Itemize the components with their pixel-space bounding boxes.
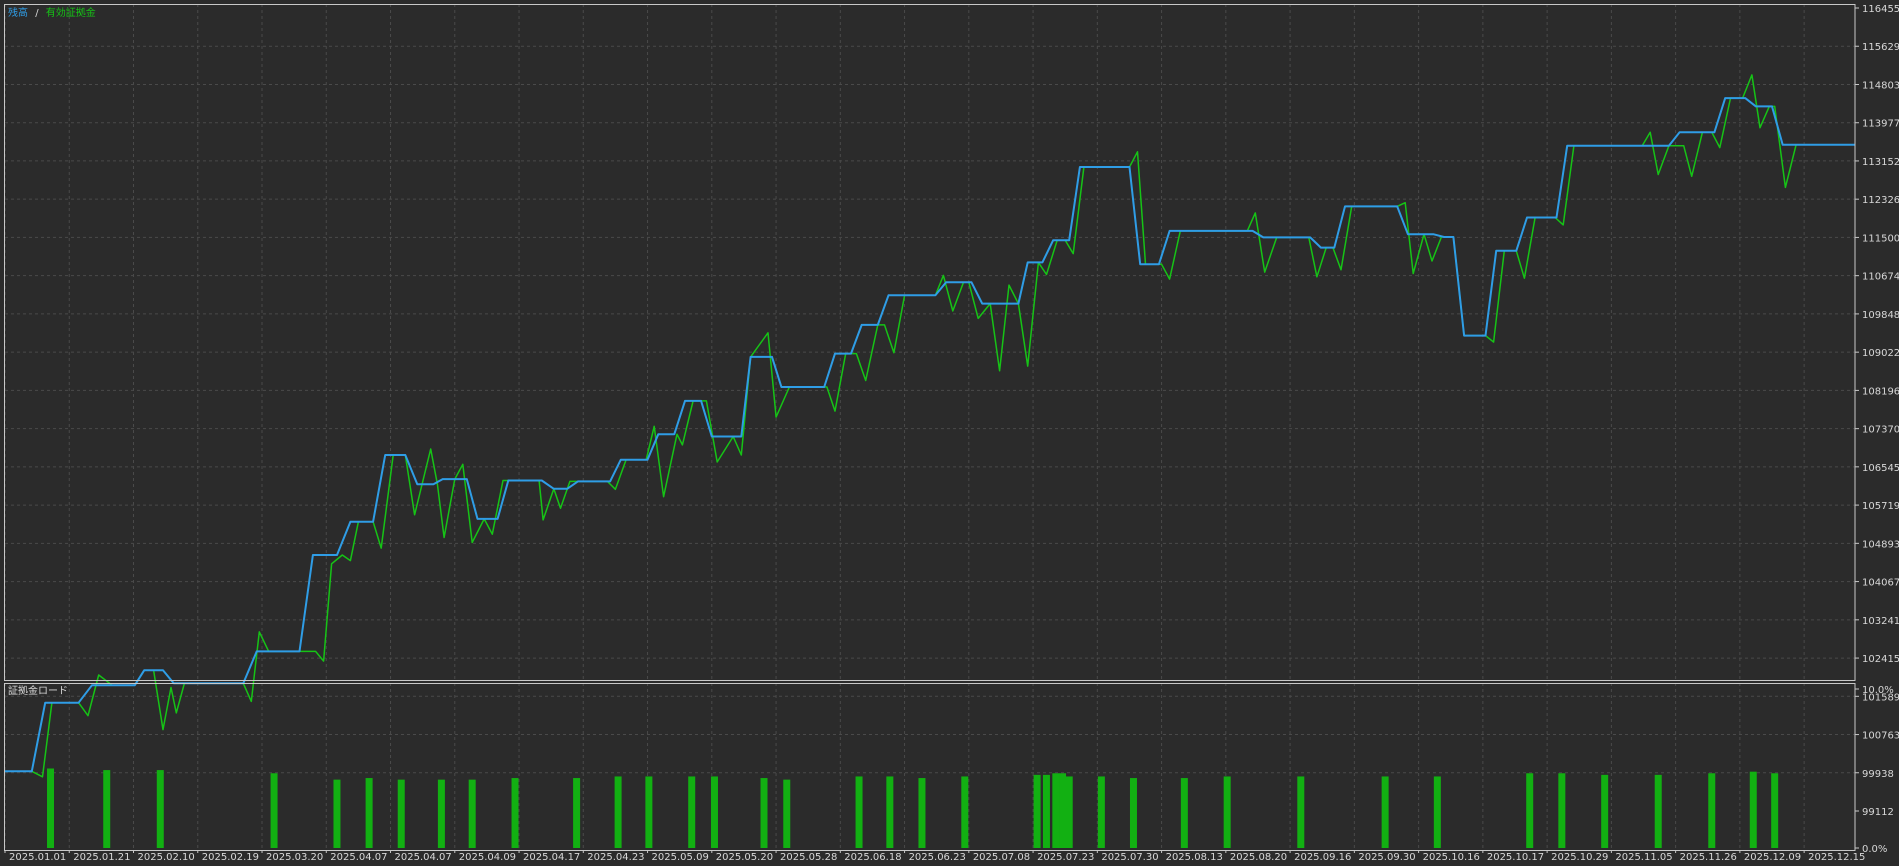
- load-bar: [573, 778, 581, 848]
- x-tick-label: 2025.05.09: [652, 852, 709, 863]
- x-tick-label: 2025.03.20: [266, 852, 323, 863]
- load-bar: [961, 776, 969, 848]
- chart-area: 116455 115629 114803 113977 113152 112326 1115…: [0, 0, 1899, 866]
- load-bar: [1097, 776, 1105, 848]
- x-tick-label: 2025.06.18: [844, 852, 901, 863]
- load-bar: [886, 776, 894, 848]
- load-bar: [47, 768, 55, 848]
- x-tick-label: 2025.09.30: [1358, 852, 1415, 863]
- y-tick-label: 0.0%: [1862, 844, 1887, 855]
- load-bar: [710, 776, 718, 848]
- x-tick-label: 2025.02.10: [138, 852, 195, 863]
- load-bar: [1526, 773, 1534, 848]
- y-tick-label: 99938: [1862, 769, 1894, 780]
- load-bar: [1381, 776, 1389, 848]
- load-bar: [918, 778, 926, 848]
- load-bar: [1601, 774, 1609, 848]
- x-tick-label: 2025.04.23: [587, 852, 644, 863]
- y-tick-label: 10.0%: [1862, 685, 1894, 696]
- y-tick-label: 116455: [1862, 4, 1899, 15]
- x-tick-label: 2025.10.16: [1423, 852, 1480, 863]
- x-tick-label: 2025.07.08: [973, 852, 1030, 863]
- x-tick-label: 2025.08.13: [1166, 852, 1223, 863]
- x-tick-label: 2025.04.09: [459, 852, 516, 863]
- legend-entry-balance: 残高: [8, 6, 28, 19]
- load-bar: [1297, 776, 1305, 848]
- load-bar: [1033, 774, 1041, 848]
- x-tick-label: 2025.09.16: [1294, 852, 1351, 863]
- load-bar: [1042, 774, 1050, 848]
- x-tick-label: 2025.02.19: [202, 852, 259, 863]
- y-tick-label: 112326: [1862, 195, 1899, 206]
- load-bar: [783, 779, 791, 848]
- y-tick-label: 110674: [1862, 272, 1899, 283]
- y-tick-label: 104893: [1862, 539, 1899, 550]
- x-tick-label: 2025.11.05: [1615, 852, 1672, 863]
- x-tick-label: 2025.04.07: [395, 852, 452, 863]
- x-tick-label: 2025.05.28: [780, 852, 837, 863]
- y-tick-label: 109022: [1862, 348, 1899, 359]
- load-bar: [1180, 778, 1188, 848]
- x-tick-label: 2025.04.17: [523, 852, 580, 863]
- load-bar: [511, 778, 519, 848]
- y-tick-label: 100763: [1862, 731, 1899, 742]
- y-tick-label: 113977: [1862, 119, 1899, 130]
- load-bar: [397, 779, 405, 848]
- load-bar: [645, 776, 653, 848]
- x-tick-label: 2025.12.09: [1744, 852, 1801, 863]
- y-tick-label: 111500: [1862, 233, 1899, 244]
- legend: 残高 / 有効証拠金: [8, 6, 96, 19]
- x-tick-label: 2025.01.21: [73, 852, 130, 863]
- load-bar: [614, 776, 622, 848]
- load-bar: [270, 773, 278, 848]
- x-tick-label: 2025.11.26: [1680, 852, 1737, 863]
- load-bar: [468, 779, 476, 848]
- load-bar: [1708, 773, 1716, 848]
- load-bar: [365, 778, 373, 848]
- y-tick-label: 113152: [1862, 157, 1899, 168]
- y-tick-label: 99112: [1862, 807, 1894, 818]
- load-bar: [1771, 773, 1779, 848]
- load-bar: [1052, 773, 1060, 848]
- x-tick-label: 2025.08.20: [1230, 852, 1287, 863]
- subchart-title: 証拠金ロード: [8, 684, 68, 697]
- x-tick-label: 2025.04.07: [330, 852, 387, 863]
- y-tick-label: 114803: [1862, 80, 1899, 91]
- load-bar: [1654, 774, 1662, 848]
- chart-background: [0, 0, 1899, 866]
- load-bar: [1065, 776, 1073, 848]
- load-bar: [1223, 776, 1231, 848]
- load-bar: [1749, 771, 1757, 848]
- load-bar: [1558, 773, 1566, 848]
- y-tick-label: 104067: [1862, 578, 1899, 589]
- load-bar: [333, 779, 341, 848]
- y-tick-label: 105719: [1862, 501, 1899, 512]
- load-bar: [437, 779, 445, 848]
- x-tick-label: 2025.10.29: [1551, 852, 1608, 863]
- x-tick-label: 2025.07.23: [1037, 852, 1094, 863]
- x-tick-label: 2025.05.20: [716, 852, 773, 863]
- load-bar: [1433, 776, 1441, 848]
- x-tick-label: 2025.06.23: [909, 852, 966, 863]
- load-bar: [1059, 773, 1067, 848]
- y-tick-label: 108196: [1862, 386, 1899, 397]
- y-tick-label: 109848: [1862, 310, 1899, 321]
- y-tick-label: 103241: [1862, 616, 1899, 627]
- load-bar: [760, 778, 768, 848]
- load-bar: [1129, 778, 1137, 848]
- y-tick-label: 115629: [1862, 42, 1899, 53]
- y-tick-label: 107370: [1862, 425, 1899, 436]
- x-tick-label: 2025.07.30: [1101, 852, 1158, 863]
- legend-separator: /: [35, 8, 39, 19]
- x-tick-label: 2025.10.17: [1487, 852, 1544, 863]
- load-bar: [156, 770, 164, 848]
- legend-entry-equity: 有効証拠金: [46, 6, 96, 19]
- x-tick-label: 2025.01.01: [9, 852, 66, 863]
- load-bar: [103, 770, 111, 848]
- load-bar: [688, 776, 696, 848]
- y-tick-label: 102415: [1862, 654, 1899, 665]
- x-tick-label: 2025.12.15: [1808, 852, 1865, 863]
- y-tick-label: 106545: [1862, 463, 1899, 474]
- load-bar: [855, 776, 863, 848]
